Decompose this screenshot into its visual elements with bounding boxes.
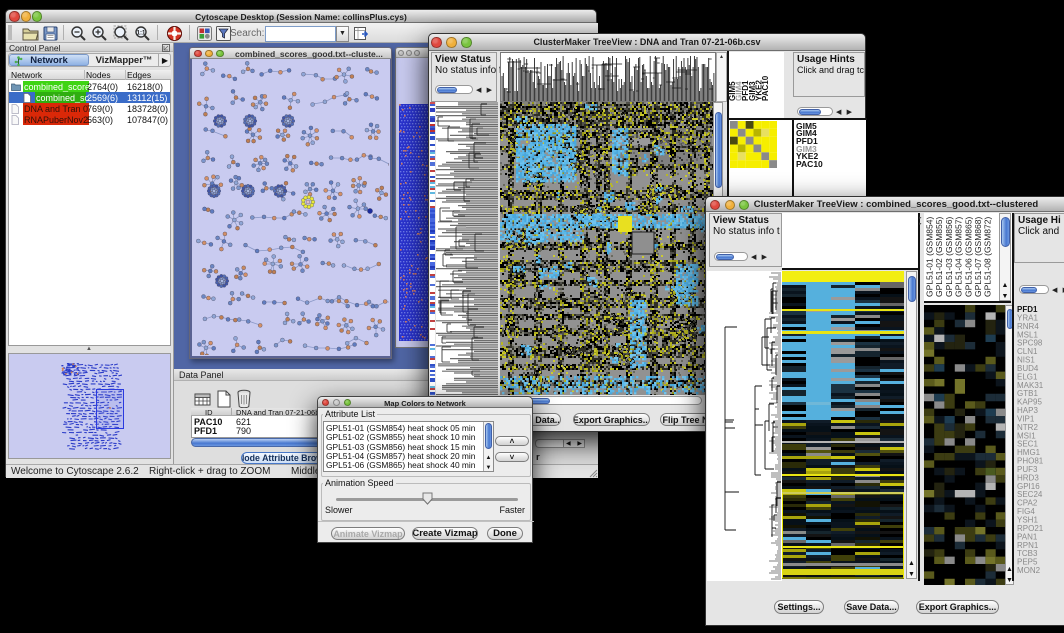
svg-text:1:1: 1:1: [137, 30, 146, 36]
svg-text:GPL51-04 (GSM857): GPL51-04 (GSM857): [954, 217, 964, 297]
svg-text:GPL51-02 (GSM855): GPL51-02 (GSM855): [934, 217, 944, 297]
svg-text:GPL51-03 (GSM856): GPL51-03 (GSM856): [944, 217, 954, 297]
svg-text:GPL51-07 (GSM868): GPL51-07 (GSM868): [973, 217, 983, 297]
svg-text:MON2: MON2: [1017, 566, 1041, 575]
svg-text:GPL51-06 (GSM865): GPL51-06 (GSM865): [963, 217, 973, 297]
svg-text:GPL51-01 (GSM854): GPL51-01 (GSM854): [925, 217, 935, 297]
svg-text:GPL51-08 (GSM872): GPL51-08 (GSM872): [983, 217, 993, 297]
svg-text:PAC10: PAC10: [761, 75, 770, 101]
